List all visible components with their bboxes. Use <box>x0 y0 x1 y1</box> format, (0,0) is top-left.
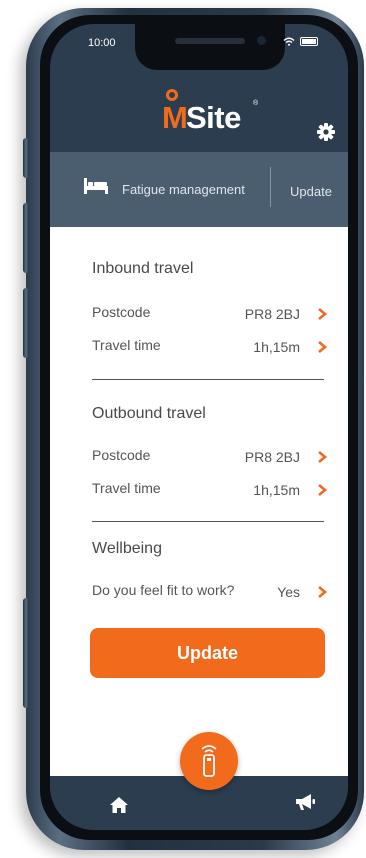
logo-m: M <box>162 100 188 135</box>
bed-icon <box>84 178 108 194</box>
section-divider <box>92 379 324 380</box>
logo-registered: ® <box>253 100 259 107</box>
mute-switch <box>23 138 29 178</box>
inbound-travel-time-label: Travel time <box>92 337 161 353</box>
home-icon[interactable] <box>109 796 129 814</box>
remote-device-button[interactable] <box>180 732 238 790</box>
section-divider <box>92 521 324 522</box>
volume-up-button <box>23 203 29 273</box>
inbound-postcode-value[interactable]: PR8 2BJ <box>245 306 300 322</box>
fit-to-work-question: Do you feel fit to work? <box>92 582 235 598</box>
side-antenna <box>23 598 29 708</box>
inbound-postcode-label: Postcode <box>92 304 151 320</box>
wifi-icon <box>283 37 295 46</box>
chevron-right-icon[interactable] <box>316 451 328 463</box>
gear-icon[interactable] <box>316 122 336 142</box>
outbound-postcode-value[interactable]: PR8 2BJ <box>245 449 300 465</box>
form-content: Inbound travel Postcode PR8 2BJ Travel t… <box>50 227 348 787</box>
wellbeing-title: Wellbeing <box>92 540 162 557</box>
chevron-right-icon[interactable] <box>316 484 328 496</box>
app-screen: 10:00 M Site ® Fatigue management Update… <box>50 24 348 830</box>
chevron-right-icon[interactable] <box>316 341 328 353</box>
header-divider <box>270 167 271 207</box>
volume-down-button <box>23 288 29 358</box>
section-header: Fatigue management Update <box>50 152 348 227</box>
speaker-grille <box>175 38 245 44</box>
front-camera <box>257 36 266 45</box>
outbound-travel-time-label: Travel time <box>92 480 161 496</box>
status-icons <box>283 37 318 46</box>
section-title: Fatigue management <box>122 182 245 197</box>
update-button[interactable]: Update <box>90 628 325 678</box>
header-update-link[interactable]: Update <box>290 184 332 199</box>
inbound-travel-title: Inbound travel <box>92 260 194 277</box>
outbound-postcode-label: Postcode <box>92 447 151 463</box>
status-time: 10:00 <box>88 37 116 49</box>
logo-site: Site <box>186 100 241 135</box>
battery-icon <box>300 37 318 46</box>
outbound-travel-time-value[interactable]: 1h,15m <box>253 482 300 498</box>
outbound-travel-title: Outbound travel <box>92 405 206 422</box>
remote-device-icon <box>201 745 217 777</box>
fit-to-work-answer[interactable]: Yes <box>277 584 300 600</box>
megaphone-icon[interactable] <box>294 792 316 812</box>
inbound-travel-time-value[interactable]: 1h,15m <box>253 339 300 355</box>
chevron-right-icon[interactable] <box>316 586 328 598</box>
notch <box>135 24 285 70</box>
chevron-right-icon[interactable] <box>316 308 328 320</box>
